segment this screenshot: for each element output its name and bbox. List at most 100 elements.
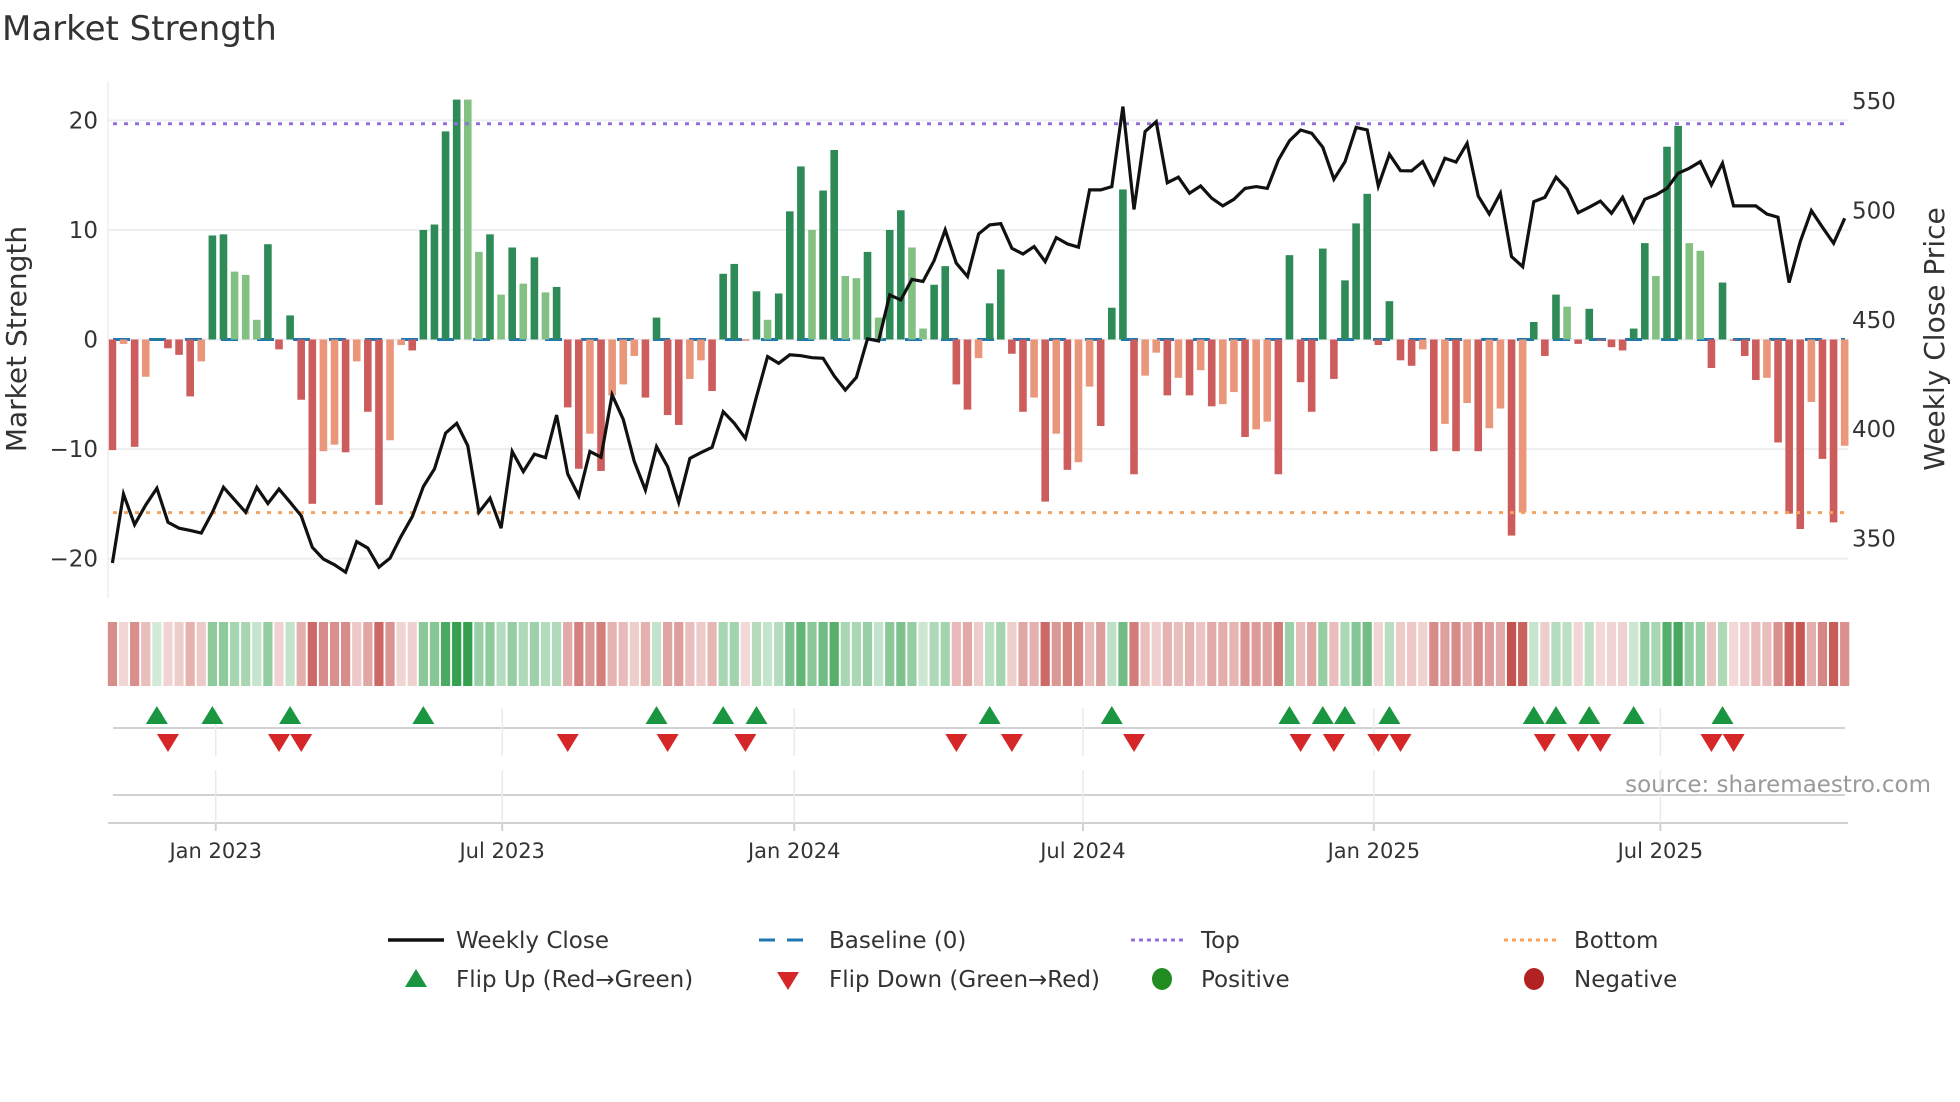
- negative-bar: [1796, 339, 1805, 529]
- negative-bar: [1396, 339, 1405, 361]
- legend-baseline: Baseline (0): [829, 928, 966, 954]
- negative-bar: [1030, 339, 1038, 398]
- strip-cell: [840, 622, 850, 686]
- strip-cell: [1384, 622, 1395, 686]
- negative-bar: [952, 339, 961, 385]
- strip-cell: [1751, 622, 1761, 686]
- negative-bar: [1518, 339, 1527, 513]
- positive-bar: [1352, 223, 1360, 340]
- strip-cell: [1062, 622, 1072, 686]
- legend-bottom: Bottom: [1574, 928, 1658, 954]
- negative-bar: [164, 339, 172, 349]
- strip-cell: [407, 622, 417, 686]
- negative-bar: [1141, 339, 1149, 376]
- positive-bar: [830, 150, 839, 340]
- strip-cell: [1140, 622, 1150, 686]
- negative-bar: [1130, 339, 1138, 475]
- flip-down-marker: [1000, 734, 1023, 752]
- positive-bar: [908, 247, 916, 340]
- strip-cell: [518, 622, 528, 686]
- strip-cell: [552, 622, 562, 686]
- strip-cell: [1828, 622, 1839, 686]
- strip-cell: [263, 622, 273, 686]
- negative-bar: [1430, 339, 1438, 452]
- strip-cell: [1407, 622, 1417, 686]
- strip-cell: [1640, 622, 1650, 686]
- positive-bar: [486, 234, 494, 340]
- negative-bar: [352, 339, 361, 362]
- positive-bar: [1685, 243, 1694, 340]
- strip-cell: [1784, 622, 1794, 686]
- negative-bar: [1507, 339, 1516, 536]
- negative-bar: [308, 339, 317, 504]
- strip-cell: [563, 622, 573, 686]
- negative-bar: [1840, 339, 1849, 446]
- positive-bar: [1552, 294, 1560, 340]
- strip-cell: [474, 622, 484, 686]
- strip-cell: [252, 622, 262, 686]
- strip-cell: [1251, 622, 1261, 686]
- strip-cell: [1729, 622, 1739, 686]
- negative-bar: [741, 339, 750, 341]
- negative-bar: [141, 339, 150, 377]
- strip-cell: [1429, 622, 1439, 686]
- flip-up-marker: [1622, 706, 1645, 724]
- strip-cell: [640, 622, 651, 686]
- positive-bar: [1318, 248, 1327, 340]
- flip-up-marker: [745, 706, 768, 724]
- y-right-tick-label: 350: [1852, 527, 1896, 553]
- positive-bar: [897, 210, 905, 340]
- strip-cell: [307, 622, 317, 686]
- strip-cell: [1551, 622, 1561, 686]
- flip-down-marker: [290, 734, 313, 752]
- strip-cell: [1529, 622, 1539, 686]
- strip-cell: [973, 622, 984, 686]
- negative-bar: [1740, 339, 1749, 356]
- negative-bar: [619, 339, 628, 385]
- negative-bar: [586, 339, 594, 434]
- positive-bar: [153, 338, 161, 340]
- negative-bar: [1452, 339, 1460, 452]
- strip-cell: [718, 622, 728, 686]
- strip-cell: [1684, 622, 1694, 686]
- strip-cell: [663, 622, 673, 686]
- y-right-tick-label: 450: [1852, 308, 1896, 334]
- strip-cell: [1362, 622, 1372, 686]
- positive-bar: [452, 99, 461, 340]
- strip-cell: [540, 622, 551, 686]
- strip-cell: [1817, 622, 1828, 686]
- negative-bar: [275, 339, 283, 350]
- strip-cell: [1762, 622, 1772, 686]
- strip-cell: [1673, 622, 1683, 686]
- positive-bar: [508, 247, 516, 340]
- positive-bar: [519, 283, 528, 340]
- strip-cell: [1695, 622, 1705, 686]
- strip-cell: [1351, 622, 1361, 686]
- strip-cell: [296, 622, 306, 686]
- negative-bar: [641, 339, 650, 398]
- strip-cell: [618, 622, 628, 686]
- positive-bar: [730, 263, 739, 340]
- positive-bar: [1674, 125, 1682, 340]
- flip-down-marker: [1123, 734, 1146, 752]
- legend-top: Top: [1200, 928, 1240, 954]
- positive-bar: [1119, 189, 1127, 340]
- strip-cell: [1118, 622, 1128, 686]
- strip-cell: [851, 622, 862, 686]
- strip-cell: [1795, 622, 1805, 686]
- positive-bar: [497, 294, 505, 340]
- flip-down-marker: [1722, 734, 1745, 752]
- x-tick-label: Jan 2023: [167, 839, 262, 863]
- positive-bar: [552, 286, 561, 340]
- legend-flip-down: Flip Down (Green→Red): [829, 967, 1100, 993]
- strip-cell: [1295, 622, 1306, 686]
- strip-cell: [174, 622, 184, 686]
- positive-bar: [852, 278, 861, 340]
- negative-bar: [708, 339, 716, 391]
- left-axis-ticks: 20 10 0 −10 −20: [49, 108, 98, 572]
- strip-cell: [163, 622, 173, 686]
- negative-bar: [1818, 339, 1827, 459]
- negative-bar: [364, 339, 372, 412]
- negative-bar: [663, 339, 672, 416]
- strip-cell: [829, 622, 839, 686]
